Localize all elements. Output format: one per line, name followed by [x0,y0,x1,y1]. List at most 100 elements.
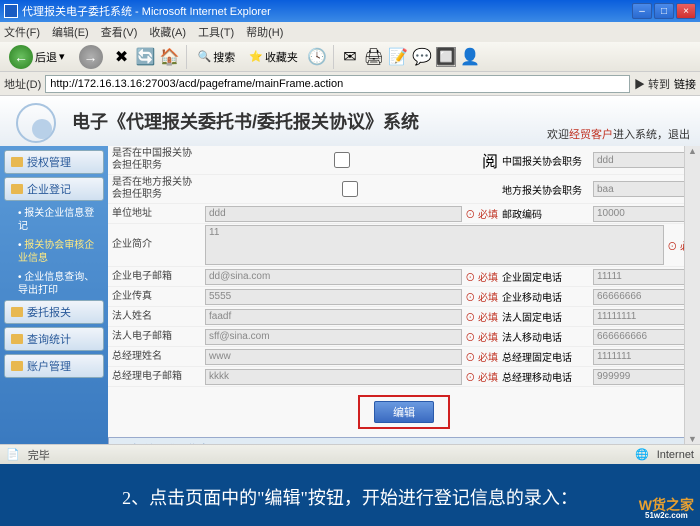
required-marker: ⊙ 必填 [465,289,498,304]
text-input[interactable] [593,369,697,385]
page-title: 电子《代理报关委托书/委托报关协议》系统 [72,108,419,134]
menu-view[interactable]: 查看(V) [101,24,138,40]
field-label-right: 法人移动电话 [498,327,590,346]
field-label: 企业传真 [108,289,202,305]
nav-item[interactable]: 报关协会审核企业信息 [4,236,104,268]
text-input[interactable] [593,152,697,168]
required-marker: ⊙ 必填 [465,369,498,384]
text-input[interactable] [593,329,697,345]
text-input[interactable] [205,349,462,365]
field-label: 企业电子邮箱 [108,269,202,285]
edit-button-highlight: 编辑 [358,395,450,429]
field-label: 总经理电子邮箱 [108,369,202,385]
form-row: 单位地址⊙ 必填邮政编码 [108,204,700,224]
forward-button[interactable]: → [74,42,108,72]
field-label-right: 邮政编码 [498,204,590,223]
back-button[interactable]: ←后退 ▾ [4,42,70,72]
favorites-button[interactable]: ⭐收藏夹 [244,46,303,68]
field-label-right: 法人固定电话 [498,307,590,326]
home-icon[interactable]: 🏠 [160,47,180,67]
text-input[interactable] [593,289,697,305]
scrollbar[interactable] [684,146,700,444]
text-input[interactable] [205,369,462,385]
field-label-right: 企业固定电话 [498,267,590,286]
links-label: 链接 [674,76,696,92]
section-header[interactable]: 报关员登记信息 [108,437,700,444]
address-label: 地址(D) [4,76,41,92]
text-input[interactable] [593,206,697,222]
app-icon [4,4,18,18]
form-row: 企业电子邮箱⊙ 必填企业固定电话 [108,267,700,287]
text-input[interactable] [205,289,462,305]
minimize-button[interactable]: – [632,3,652,19]
go-button[interactable]: ▶ 转到 [634,76,670,92]
text-input[interactable] [205,269,462,285]
required-marker: ⊙ 必填 [465,309,498,324]
field-cell [202,368,465,386]
nav-header[interactable]: 企业登记 [4,177,104,201]
text-input[interactable] [205,206,462,222]
menu-help[interactable]: 帮助(H) [246,24,283,40]
field-cell [202,268,465,286]
field-cell [202,224,667,266]
maximize-button[interactable]: □ [654,3,674,19]
field-cell [202,288,465,306]
refresh-icon[interactable]: 🔄 [136,47,156,67]
edit-icon[interactable]: 📝 [388,47,408,67]
mail-icon[interactable]: ✉ [340,47,360,67]
menu-favorites[interactable]: 收藏(A) [149,24,186,40]
textarea[interactable] [205,225,664,265]
field-label-right: 企业移动电话 [498,287,590,306]
menu-edit[interactable]: 编辑(E) [52,24,89,40]
field-label-right: 总经理移动电话 [498,367,590,386]
text-input[interactable] [205,309,462,325]
text-input[interactable] [593,269,697,285]
nav-header[interactable]: 账户管理 [4,354,104,378]
print-icon[interactable]: 🖨 [364,47,384,67]
field-label: 企业简介 [108,237,202,253]
address-input[interactable] [45,75,630,93]
zone-text: Internet [657,449,694,461]
text-input[interactable] [593,349,697,365]
field-label-right: 中国报关协会职务 [498,151,590,170]
menu-file[interactable]: 文件(F) [4,24,40,40]
nav-item[interactable]: 报关企业信息登记 [4,204,104,236]
edit-button[interactable]: 编辑 [374,401,434,423]
toolbar: ←后退 ▾ → ✖ 🔄 🏠 🔍搜索 ⭐收藏夹 🕓 ✉ 🖨 📝 💬 🔲 👤 [0,42,700,72]
field-cell [202,308,465,326]
form-row: 总经理姓名⊙ 必填总经理固定电话 [108,347,700,367]
nav-header[interactable]: 授权管理 [4,150,104,174]
required-marker: ⊙ 必填 [465,349,498,364]
text-input[interactable] [205,329,462,345]
sidebar: 授权管理企业登记报关企业信息登记报关协会审核企业信息企业信息查询、导出打印委托报… [0,146,108,444]
checkbox[interactable] [205,152,479,168]
messenger-icon[interactable]: 👤 [460,47,480,67]
search-button[interactable]: 🔍搜索 [193,46,241,68]
close-button[interactable]: × [676,3,696,19]
checkbox[interactable] [205,181,495,197]
username: 经贸客户 [569,129,613,141]
nav-header[interactable]: 查询统计 [4,327,104,351]
menu-bar: 文件(F) 编辑(E) 查看(V) 收藏(A) 工具(T) 帮助(H) [0,22,700,42]
menu-tools[interactable]: 工具(T) [198,24,234,40]
form-row: 法人姓名⊙ 必填法人固定电话 [108,307,700,327]
address-bar: 地址(D) ▶ 转到 链接 [0,72,700,96]
field-cell [202,151,482,169]
research-icon[interactable]: 🔲 [436,47,456,67]
nav-item[interactable]: 企业信息查询、导出打印 [4,268,104,300]
welcome-text: 欢迎经贸客户进入系统，退出 [547,126,690,142]
history-icon[interactable]: 🕓 [307,47,327,67]
text-input[interactable] [593,309,697,325]
field-label: 法人电子邮箱 [108,329,202,345]
discuss-icon[interactable]: 💬 [412,47,432,67]
logo-icon [12,101,60,141]
field-cell [202,205,465,223]
main-form: 是否在中国报关协会担任职务阅中国报关协会职务是否在地方报关协会担任职务地方报关协… [108,146,700,444]
status-icon: 📄 [6,448,20,461]
page-header: 电子《代理报关委托书/委托报关协议》系统 欢迎经贸客户进入系统，退出 [0,96,700,146]
nav-header[interactable]: 委托报关 [4,300,104,324]
field-label: 是否在地方报关协会担任职务 [108,175,202,203]
field-cell [202,180,498,198]
text-input[interactable] [593,181,697,197]
stop-icon[interactable]: ✖ [112,47,132,67]
